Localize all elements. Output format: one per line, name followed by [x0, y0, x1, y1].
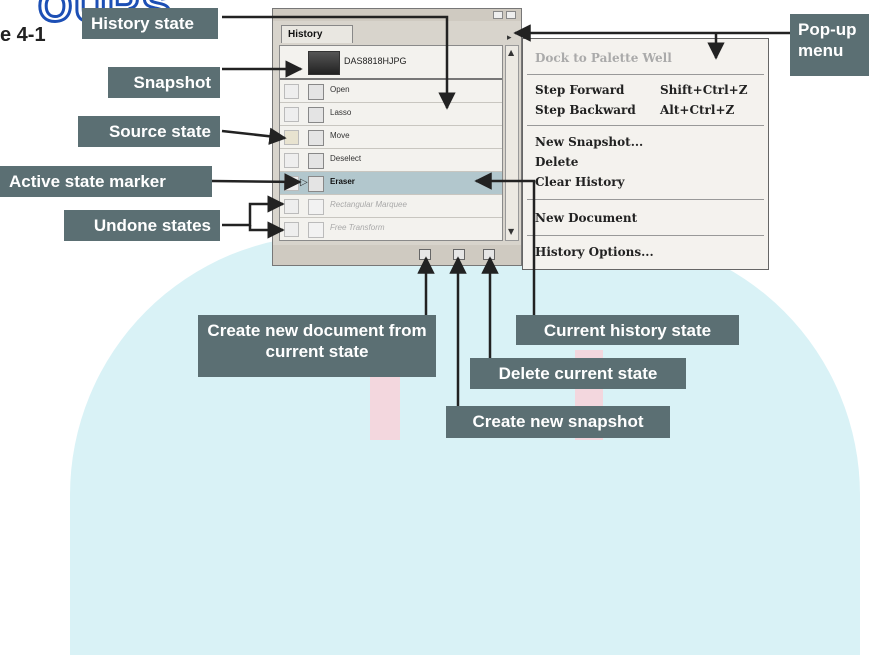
- callout-create-new-document: Create new document from current state: [198, 315, 436, 377]
- arrow-history-state: [222, 15, 456, 110]
- callout-popup-line2: menu: [798, 41, 844, 60]
- callout-source-state: Source state: [78, 116, 220, 147]
- callout-snapshot: Snapshot: [108, 67, 220, 98]
- callout-active-state-marker: Active state marker: [0, 166, 212, 197]
- callout-current-history-state: Current history state: [516, 315, 739, 345]
- arrow-undone-state-1: [222, 195, 285, 227]
- callout-popup-menu: Pop-up menu: [790, 14, 869, 76]
- callout-history-state: History state: [82, 8, 218, 39]
- arrow-source-state: [221, 127, 287, 145]
- arrow-active-state-marker: [211, 173, 302, 191]
- callout-undone-states: Undone states: [64, 210, 220, 241]
- arrow-undone-state-2: [248, 221, 285, 239]
- callout-popup-line1: Pop-up: [798, 20, 857, 39]
- callout-create-new-snapshot: Create new snapshot: [446, 406, 670, 438]
- callout-delete-current-state: Delete current state: [470, 358, 686, 389]
- arrow-current-history-state: [474, 172, 536, 316]
